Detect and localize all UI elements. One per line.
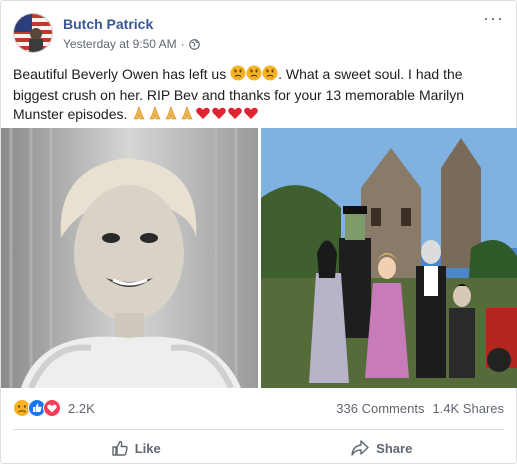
munster-family-photo[interactable] [261,128,517,388]
actions-divider [13,429,504,430]
stats-right: 336 Comments 1.4K Shares [336,401,504,416]
sad-face-emoji [246,65,262,86]
sad-face-emoji [262,65,278,86]
folded-hands-emoji [163,105,179,126]
engagement-stats: 2.2K 336 Comments 1.4K Shares [13,397,504,419]
post-timestamp[interactable]: Yesterday at 9:50 AM [63,37,177,51]
share-label: Share [376,440,413,456]
message-text-1: Beautiful Beverly Owen has left us [13,66,231,82]
love-reaction-icon [43,399,61,417]
comments-count-link[interactable]: 336 Comments [336,401,424,416]
author-avatar[interactable] [13,13,53,53]
red-heart-emoji [227,105,243,126]
facebook-post-card: Butch Patrick Yesterday at 9:50 AM · ···… [0,0,517,464]
photo-grid [1,128,517,388]
like-button[interactable]: Like [13,433,259,463]
like-label: Like [134,440,161,456]
meta-separator: · [180,37,185,51]
red-heart-emoji [195,105,211,126]
share-button[interactable]: Share [259,433,505,463]
red-heart-emoji [211,105,227,126]
more-options-icon[interactable]: ··· [483,9,504,27]
folded-hands-emoji [131,105,147,126]
shares-count-link[interactable]: 1.4K Shares [432,401,504,416]
red-heart-emoji [243,105,259,126]
thumbs-up-icon [112,440,128,456]
post-message: Beautiful Beverly Owen has left us . Wha… [13,65,509,126]
share-arrow-icon [351,440,369,456]
globe-icon[interactable] [188,38,200,50]
sad-face-emoji [230,65,246,86]
reaction-count[interactable]: 2.2K [68,401,95,416]
post-actions: Like Share [13,433,504,463]
folded-hands-emoji [147,105,163,126]
author-name-link[interactable]: Butch Patrick [63,16,153,32]
folded-hands-emoji [179,105,195,126]
post-meta: Yesterday at 9:50 AM · [63,37,200,51]
reaction-icons[interactable] [13,399,61,417]
beverly-owen-portrait[interactable] [1,128,258,388]
